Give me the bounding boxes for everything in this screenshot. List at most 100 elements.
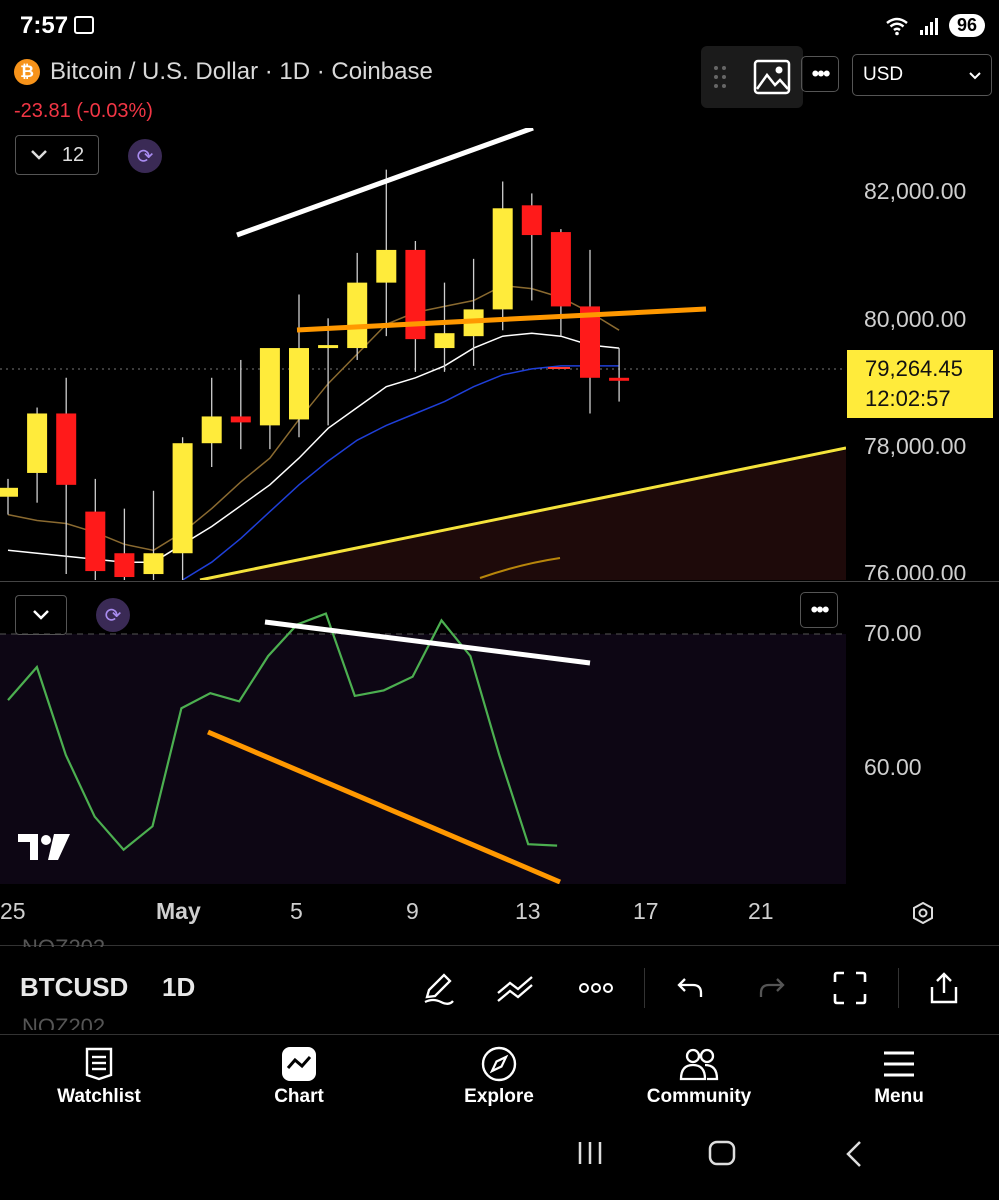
symbol-scroller-next[interactable]: NQZ202 [22,1014,105,1030]
time-axis-label: 13 [515,898,541,924]
nav-explore[interactable]: Explore [419,1042,579,1108]
toolbar-separator [644,968,645,1008]
current-price: 79,264.45 [865,356,963,381]
candle-body [0,487,18,497]
time-axis-label: May [156,898,201,924]
candle [230,359,251,450]
candle [259,348,280,450]
rsi-collapse-button[interactable] [15,595,67,635]
wifi-icon [886,17,908,35]
candle [609,348,630,402]
ema-line-slow [7,284,620,552]
tradingview-logo-icon [18,832,70,870]
nav-label: Community [646,1086,752,1107]
candle [463,258,484,366]
undo-icon[interactable] [670,968,710,1008]
candle [550,229,571,337]
status-time: 7:57 [20,12,69,39]
price-change: -23.81 (-0.03%) [14,100,153,122]
recents-icon[interactable] [577,1140,603,1166]
symbol-selector[interactable]: BTCUSD [20,972,128,1003]
menu-icon [819,1042,979,1086]
more-tools-icon[interactable] [576,968,616,1008]
nav-label: Menu [874,1086,924,1107]
candle [434,282,455,372]
candle-body [172,443,193,554]
candle-body [114,553,135,578]
candle-body [434,333,455,349]
price-chart[interactable] [0,128,846,580]
candle [114,508,135,580]
rsi-chart[interactable] [0,582,846,884]
rsi-axis-label: 70.00 [864,620,922,646]
time-axis-label: 21 [748,898,774,924]
rsi-more-button[interactable]: ••• [800,592,838,628]
time-axis-label: 5 [290,898,303,924]
candle-body [259,348,280,426]
image-icon[interactable] [753,58,791,96]
candle-body [521,205,542,236]
bar-countdown: 12:02:57 [865,386,951,411]
battery-indicator: 96 [948,14,985,37]
candle-body [230,416,251,423]
watchlist-icon [19,1042,179,1086]
screenshot-icon [74,16,94,34]
nav-watchlist[interactable]: Watchlist [19,1042,179,1108]
signal-icon [919,17,938,35]
candle [0,478,18,515]
nav-label: Chart [274,1086,324,1107]
back-icon[interactable] [844,1140,864,1168]
rsi-axis-label: 60.00 [864,754,922,780]
price-axis-label: 78,000.00 [864,433,967,459]
more-options-button[interactable]: ••• [801,56,839,92]
candle [521,193,542,301]
nav-menu[interactable]: Menu [819,1042,979,1108]
currency-value: USD [863,64,904,85]
nav-community[interactable]: Community [619,1042,779,1108]
current-price-tag: 79,264.45 12:02:57 [847,350,993,418]
trend-tools-icon[interactable] [496,968,536,1008]
price-axis-label: 82,000.00 [864,178,967,204]
symbol-scroller-prev[interactable]: NQZ202 [22,935,105,947]
fullscreen-icon[interactable] [830,968,870,1008]
candle-body [85,511,106,572]
time-axis-label: 17 [633,898,659,924]
candle-body [376,249,397,283]
candle [85,478,106,580]
symbol-header[interactable]: ₿ Bitcoin / U.S. Dollar · 1D · Coinbase [14,58,433,86]
redo-icon[interactable] [752,968,792,1008]
toolbar-separator [898,968,899,1008]
candle [56,377,77,575]
candle [172,437,193,580]
candle-body [550,232,571,307]
price-axis-label: 76,000.00 [864,560,967,580]
chart-settings-icon[interactable] [912,902,934,924]
currency-select[interactable]: USD [852,54,992,96]
candle [318,318,339,426]
candle-body [143,553,164,575]
chart-icon [219,1042,379,1086]
rsi-replay-icon[interactable]: ⟳ [96,598,130,632]
status-icons: 96 [885,14,985,37]
candle [201,377,222,467]
candle-body [27,413,48,473]
candle-body [318,345,339,349]
community-icon [619,1042,779,1086]
candle-body [609,377,630,381]
share-icon[interactable] [924,968,964,1008]
home-icon[interactable] [708,1140,736,1166]
interval-selector[interactable]: 1D [162,972,195,1003]
candle-body [201,416,222,444]
drag-handle-icon[interactable] [713,64,727,90]
candle-body [347,282,368,349]
pencil-icon[interactable] [418,968,458,1008]
chevron-down-icon [969,64,981,86]
nav-label: Explore [464,1086,534,1107]
time-axis-label: 25 [0,898,26,924]
candle-body [492,208,513,310]
candle [492,181,513,331]
nav-chart[interactable]: Chart [219,1042,379,1108]
floating-toolbar[interactable] [701,46,803,108]
candle [580,249,600,414]
candle [405,241,426,372]
